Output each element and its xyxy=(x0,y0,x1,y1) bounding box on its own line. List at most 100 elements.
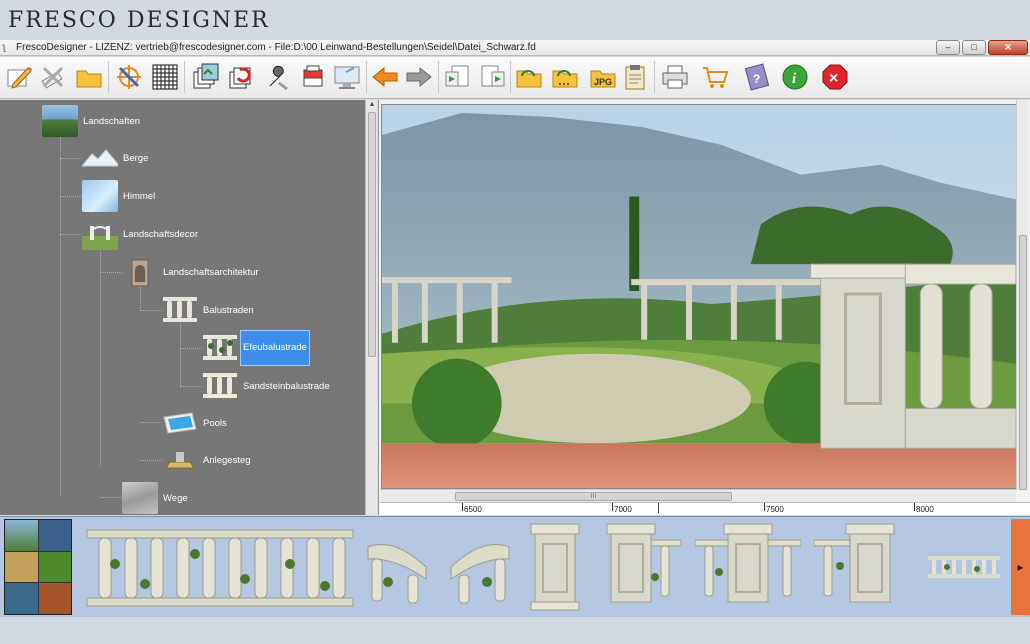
exit-button[interactable]: × xyxy=(818,60,852,94)
pencil-paper-icon xyxy=(7,67,32,89)
tree-item-label: Wege xyxy=(163,492,188,504)
tree-item-landschaften[interactable]: Landschaften xyxy=(42,104,140,138)
toolbar-separator xyxy=(510,61,511,93)
minimize-button[interactable]: – xyxy=(936,40,960,55)
stack-icon xyxy=(303,65,323,87)
help-label: ? xyxy=(753,72,760,86)
tree-item-balustraden[interactable]: Balustraden xyxy=(162,293,254,327)
forward-button[interactable] xyxy=(402,60,436,94)
category-globe-icon[interactable] xyxy=(38,520,71,551)
erase-button[interactable] xyxy=(36,60,70,94)
cart-icon xyxy=(703,67,729,88)
ruler-tick xyxy=(612,503,613,511)
tree-item-wege[interactable]: Wege xyxy=(122,481,188,515)
ivy-balustrade-small-icon xyxy=(928,556,1000,578)
gallery-item[interactable] xyxy=(82,519,357,615)
tree-connector xyxy=(140,310,162,311)
gallery-item[interactable] xyxy=(362,519,432,615)
help-button[interactable]: ? xyxy=(740,60,774,94)
tree-item-landschaftsdecor[interactable]: Landschaftsdecor xyxy=(82,217,198,251)
category-landscape-icon[interactable] xyxy=(5,520,38,551)
ruler-tick xyxy=(764,503,765,511)
folder-open-button[interactable] xyxy=(512,60,546,94)
category-picker[interactable] xyxy=(4,519,72,615)
toolbar-separator xyxy=(654,61,655,93)
tree-item-pools[interactable]: Pools xyxy=(162,406,227,440)
close-window-button[interactable]: ✕ xyxy=(988,40,1028,55)
gallery-item[interactable] xyxy=(445,519,515,615)
info-button[interactable]: i xyxy=(778,60,812,94)
open-folder-button[interactable] xyxy=(72,60,106,94)
toolbar-separator xyxy=(366,61,367,93)
canvas-vscroll-thumb[interactable] xyxy=(1019,235,1027,490)
folder-dots-button[interactable] xyxy=(548,60,582,94)
scroll-up-icon[interactable]: ▲ xyxy=(366,100,378,110)
category-tree[interactable]: Landschaften Berge Himmel Landschaftsdec… xyxy=(0,100,377,515)
tree-item-label: Landschaften xyxy=(83,115,141,127)
gallery-item[interactable] xyxy=(600,519,685,615)
jpg-export-button[interactable]: JPG xyxy=(586,60,620,94)
monitor-button[interactable] xyxy=(330,60,364,94)
design-canvas[interactable] xyxy=(378,100,1030,515)
tree-scrollbar[interactable]: ▲ xyxy=(365,100,377,515)
tree-connector xyxy=(180,348,202,349)
print-button[interactable] xyxy=(658,60,692,94)
canvas-vertical-scrollbar[interactable] xyxy=(1016,100,1028,490)
tree-connector xyxy=(60,158,82,159)
tree-item-label: Anlegesteg xyxy=(203,454,251,466)
category-architecture-icon[interactable] xyxy=(5,551,38,583)
back-button[interactable] xyxy=(368,60,402,94)
clipboard-button[interactable] xyxy=(618,60,652,94)
category-figure-icon[interactable] xyxy=(5,583,38,614)
category-door-icon[interactable] xyxy=(38,583,71,614)
tree-item-label: Efeubalustrade xyxy=(240,330,310,366)
tree-item-anlegesteg[interactable]: Anlegesteg xyxy=(162,443,251,477)
layers-refresh-button[interactable] xyxy=(224,60,258,94)
sandstone-balustrade-icon xyxy=(203,373,237,398)
export-button[interactable] xyxy=(476,60,510,94)
grid-button[interactable] xyxy=(148,60,182,94)
fresco-scene[interactable] xyxy=(381,104,1017,489)
edit-button[interactable] xyxy=(2,60,36,94)
stack-button[interactable] xyxy=(296,60,330,94)
canvas-horizontal-scrollbar[interactable]: III xyxy=(380,489,1016,502)
tree-scroll-thumb[interactable] xyxy=(368,112,376,357)
brush-cross-icon xyxy=(41,66,64,89)
maximize-button[interactable]: □ xyxy=(962,40,986,55)
help-book-icon: ? xyxy=(744,63,770,91)
cart-button[interactable] xyxy=(698,60,732,94)
close-icon: × xyxy=(822,64,848,90)
balustrade-icon xyxy=(163,297,197,322)
tree-item-himmel[interactable]: Himmel xyxy=(82,179,155,213)
tree-item-landschaftsarchitektur[interactable]: Landschaftsarchitektur xyxy=(122,255,259,289)
grid-icon xyxy=(152,64,178,90)
clipboard-icon xyxy=(625,65,645,90)
jpg-folder-icon: JPG xyxy=(590,70,616,88)
pillar-icon xyxy=(530,523,580,611)
exit-label: × xyxy=(829,70,838,87)
sky-icon xyxy=(82,180,118,212)
mountains-icon xyxy=(82,149,118,167)
window-title: FrescoDesigner - LIZENZ: vertrieb@fresco… xyxy=(16,42,536,53)
ruler-cursor-marker xyxy=(658,503,659,513)
canvas-hscroll-thumb[interactable]: III xyxy=(455,492,732,501)
monitor-icon xyxy=(334,66,360,89)
gallery-item[interactable] xyxy=(812,519,902,615)
wrench-icon xyxy=(269,65,288,90)
layers-button[interactable] xyxy=(188,60,222,94)
tree-item-sandsteinbalustrade[interactable]: Sandsteinbalustrade xyxy=(202,369,330,403)
tools-button[interactable] xyxy=(260,60,294,94)
import-button[interactable] xyxy=(440,60,474,94)
window-titlebar: ʅ FrescoDesigner - LIZENZ: vertrieb@fres… xyxy=(0,40,1030,56)
gallery-item[interactable] xyxy=(925,519,1003,615)
tree-connector xyxy=(140,460,162,461)
tree-item-berge[interactable]: Berge xyxy=(82,141,148,175)
toolbar-separator xyxy=(438,61,439,93)
category-leaf-icon[interactable] xyxy=(38,551,71,583)
tree-item-efeubalustrade[interactable]: Efeubalustrade xyxy=(202,330,310,366)
gallery-item[interactable] xyxy=(693,519,803,615)
no-target-button[interactable] xyxy=(112,60,146,94)
tree-connector xyxy=(60,234,82,235)
gallery-next-button[interactable]: ▸ xyxy=(1011,519,1030,615)
gallery-item[interactable] xyxy=(525,519,585,615)
